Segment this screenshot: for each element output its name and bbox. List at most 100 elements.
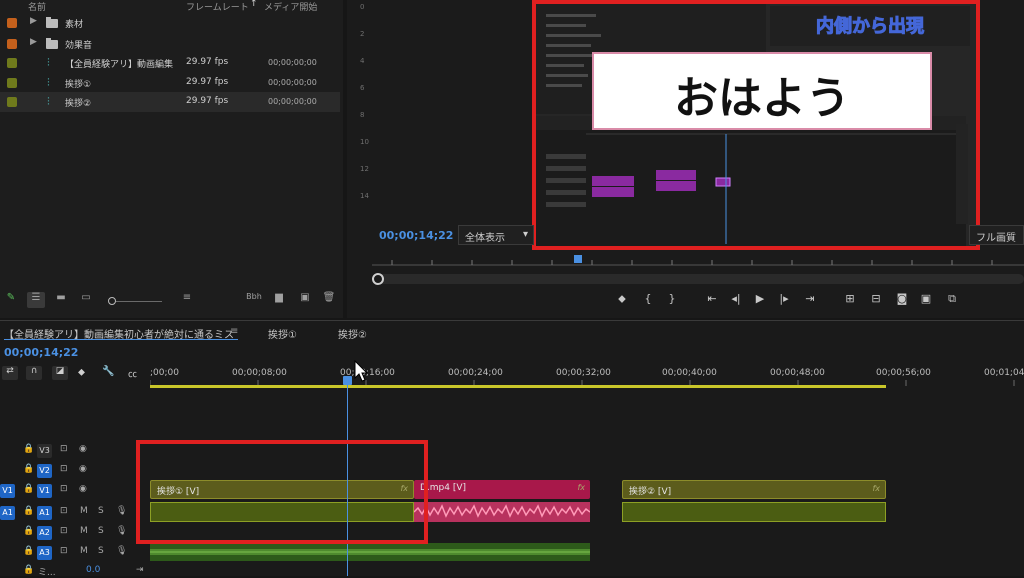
label-color-swatch[interactable]: [7, 39, 17, 49]
comparison-view-icon[interactable]: ▣: [916, 292, 936, 306]
eye-icon[interactable]: ◉: [79, 444, 87, 454]
track-header-v1: V1 🔒 V1 ⊡ ◉: [0, 481, 150, 501]
label-color-swatch[interactable]: [7, 78, 17, 88]
lock-icon[interactable]: 🔒: [23, 526, 34, 536]
sync-lock-icon[interactable]: ⊡: [60, 546, 68, 556]
sync-lock-icon[interactable]: ⊡: [60, 484, 68, 494]
lock-icon[interactable]: 🔒: [23, 506, 34, 516]
tab-menu-icon[interactable]: ≡: [230, 326, 238, 337]
timeline-timecode[interactable]: 00;00;14;22: [4, 346, 78, 359]
track-target-a2[interactable]: A2: [37, 526, 52, 540]
microphone-icon[interactable]: 🎙: [116, 506, 127, 516]
export-frame-icon[interactable]: ◙: [892, 292, 912, 306]
extract-icon[interactable]: ⊟: [866, 292, 886, 306]
track-target-a3[interactable]: A3: [37, 546, 52, 560]
mute-button[interactable]: M: [80, 526, 88, 536]
video-clip[interactable]: 挨拶② [V] fx: [622, 480, 886, 499]
button-editor-icon[interactable]: ⧉: [942, 292, 962, 306]
project-item-folder[interactable]: ▶ 効果音: [0, 34, 340, 54]
mute-button[interactable]: M: [80, 546, 88, 556]
step-forward-icon[interactable]: |▸: [774, 292, 794, 306]
freeform-view-icon[interactable]: ▭: [78, 292, 94, 308]
ruler-label: 14: [360, 192, 369, 200]
captions-icon[interactable]: ㏄: [128, 367, 137, 380]
col-media-start-header[interactable]: メディア開始: [264, 0, 317, 13]
sync-lock-icon[interactable]: ⊡: [60, 506, 68, 516]
scrollbar-handle[interactable]: [372, 273, 384, 285]
go-to-in-icon[interactable]: ⇤: [702, 292, 722, 306]
monitor-zoom-scrollbar[interactable]: [372, 274, 1024, 284]
video-clip[interactable]: D.mp4 [V] fx: [414, 480, 590, 499]
audio-clip-waveform[interactable]: [414, 502, 590, 522]
nest-sequence-icon[interactable]: ⇄: [2, 366, 18, 380]
zoom-slider-track[interactable]: [116, 301, 162, 302]
solo-button[interactable]: S: [98, 546, 104, 556]
sync-lock-icon[interactable]: ⊡: [60, 444, 68, 454]
go-to-end-icon[interactable]: ⇥: [136, 565, 144, 575]
zoom-slider-handle[interactable]: [108, 297, 116, 305]
lift-icon[interactable]: ⊞: [840, 292, 860, 306]
track-target-v1[interactable]: V1: [37, 484, 52, 498]
add-marker-icon[interactable]: ⬥: [612, 292, 632, 306]
track-target-v2[interactable]: V2: [37, 464, 52, 478]
solo-button[interactable]: S: [98, 526, 104, 536]
linked-selection-icon[interactable]: ◪: [52, 366, 68, 380]
track-target-v3[interactable]: V3: [37, 444, 52, 458]
sync-lock-icon[interactable]: ⊡: [60, 526, 68, 536]
sort-icon[interactable]: ≡: [180, 292, 194, 308]
eye-icon[interactable]: ◉: [79, 484, 87, 494]
lock-icon[interactable]: 🔒: [23, 565, 34, 575]
project-item-sequence-selected[interactable]: ⫶ 挨拶② 29.97 fps 00;00;00;00: [0, 92, 340, 112]
clear-icon[interactable]: 🗑: [322, 292, 336, 308]
audio-clip[interactable]: [622, 502, 886, 522]
fit-dropdown[interactable]: 全体表示 ▾: [458, 225, 534, 245]
source-patch-v1[interactable]: V1: [0, 484, 15, 498]
lock-icon[interactable]: 🔒: [23, 546, 34, 556]
col-name-header[interactable]: 名前: [28, 0, 46, 13]
track-target-a1[interactable]: A1: [37, 506, 52, 520]
pencil-icon[interactable]: ✎: [4, 292, 18, 308]
automate-icon[interactable]: Bbh: [244, 292, 264, 308]
microphone-icon[interactable]: 🎙: [116, 546, 127, 556]
solo-button[interactable]: S: [98, 506, 104, 516]
sync-lock-icon[interactable]: ⊡: [60, 464, 68, 474]
wrench-icon[interactable]: 🔧: [102, 366, 114, 377]
play-icon[interactable]: ▶: [750, 292, 770, 306]
mark-out-icon[interactable]: }: [662, 292, 682, 306]
label-color-swatch[interactable]: [7, 18, 17, 28]
mute-button[interactable]: M: [80, 506, 88, 516]
quality-dropdown[interactable]: フル画質: [969, 225, 1024, 245]
add-marker-icon[interactable]: ⬥: [78, 367, 85, 378]
eye-icon[interactable]: ◉: [79, 464, 87, 474]
new-item-icon[interactable]: ▣: [298, 292, 312, 308]
lock-icon[interactable]: 🔒: [23, 464, 34, 474]
lock-icon[interactable]: 🔒: [23, 484, 34, 494]
monitor-time-ruler[interactable]: [372, 254, 1024, 266]
tab-sequence-2[interactable]: 挨拶②: [338, 326, 367, 341]
label-color-swatch[interactable]: [7, 97, 17, 107]
project-item-sequence[interactable]: ⫶ 【全員経験アリ】動画編集 29.97 fps 00;00;00;00: [0, 53, 340, 73]
new-bin-icon[interactable]: ▆: [272, 292, 286, 308]
source-patch-a1[interactable]: A1: [0, 506, 15, 520]
step-back-icon[interactable]: ◂|: [726, 292, 746, 306]
active-tab-underline: [4, 339, 238, 340]
audio-clip-a3-waveform[interactable]: [150, 543, 590, 561]
label-color-swatch[interactable]: [7, 58, 17, 68]
microphone-icon[interactable]: 🎙: [116, 526, 127, 536]
go-to-out-icon[interactable]: ⇥: [800, 292, 820, 306]
col-framerate-header[interactable]: フレームレート: [186, 0, 249, 13]
chevron-right-icon[interactable]: ▶: [30, 16, 37, 26]
project-item-folder[interactable]: ▶ 素材: [0, 13, 340, 33]
work-area-bar[interactable]: [150, 385, 886, 388]
snap-icon[interactable]: ∩: [26, 366, 42, 380]
list-view-icon[interactable]: ☰: [27, 292, 45, 308]
fx-badge: fx: [577, 483, 585, 492]
program-timecode[interactable]: 00;00;14;22: [379, 229, 453, 242]
project-item-sequence[interactable]: ⫶ 挨拶① 29.97 fps 00;00;00;00: [0, 73, 340, 93]
lock-icon[interactable]: 🔒: [23, 444, 34, 454]
icon-view-icon[interactable]: ▬: [54, 292, 68, 308]
mark-in-icon[interactable]: {: [638, 292, 658, 306]
chevron-right-icon[interactable]: ▶: [30, 37, 37, 47]
mix-volume-value[interactable]: 0.0: [86, 565, 100, 575]
tab-sequence-1[interactable]: 挨拶①: [268, 326, 297, 341]
